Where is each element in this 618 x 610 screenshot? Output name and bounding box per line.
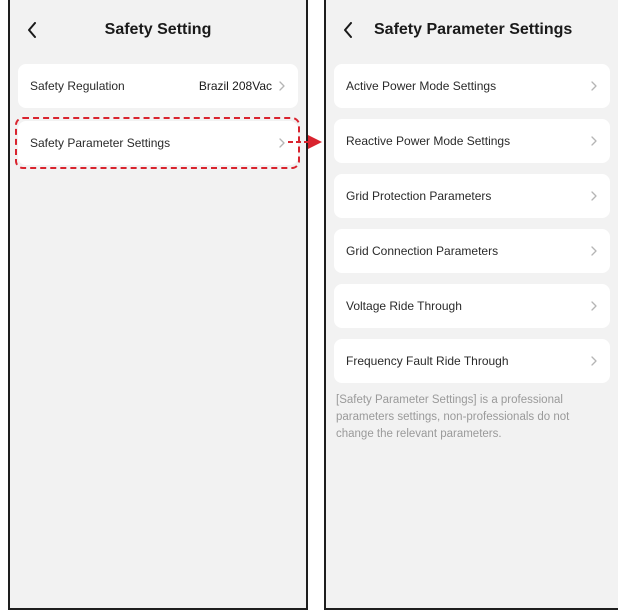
chevron-right-icon [590, 245, 598, 257]
row-value: Brazil 208Vac [198, 79, 272, 93]
arrow-right-icon [288, 135, 322, 149]
header: Safety Parameter Settings [326, 10, 618, 50]
row-label: Voltage Ride Through [346, 299, 462, 313]
safety-regulation-row[interactable]: Safety Regulation Brazil 208Vac [18, 64, 298, 108]
chevron-right-icon [278, 80, 286, 92]
page-title: Safety Parameter Settings [374, 21, 573, 38]
frequency-fault-ride-through-row[interactable]: Frequency Fault Ride Through [334, 339, 610, 383]
row-label: Active Power Mode Settings [346, 79, 497, 93]
chevron-left-icon [344, 22, 352, 38]
page-title: Safety Setting [104, 21, 212, 38]
row-label: Safety Regulation [30, 79, 125, 93]
row-label: Reactive Power Mode Settings [346, 134, 511, 148]
back-button[interactable] [336, 10, 360, 50]
highlight-box [15, 117, 300, 169]
voltage-ride-through-row[interactable]: Voltage Ride Through [334, 284, 610, 328]
chevron-right-icon [590, 190, 598, 202]
grid-connection-row[interactable]: Grid Connection Parameters [334, 229, 610, 273]
chevron-left-icon [28, 22, 36, 38]
row-label: Grid Protection Parameters [346, 189, 492, 203]
professional-warning-note: [Safety Parameter Settings] is a profess… [336, 394, 570, 440]
chevron-right-icon [590, 135, 598, 147]
grid-protection-row[interactable]: Grid Protection Parameters [334, 174, 610, 218]
safety-parameter-settings-screen: Safety Parameter Settings Active Power M… [324, 0, 618, 610]
chevron-right-icon [590, 300, 598, 312]
safety-setting-screen: Safety Setting Safety Regulation Brazil … [8, 0, 308, 610]
header: Safety Setting [10, 10, 306, 50]
row-label: Grid Connection Parameters [346, 244, 499, 258]
back-button[interactable] [20, 10, 44, 50]
active-power-mode-row[interactable]: Active Power Mode Settings [334, 64, 610, 108]
chevron-right-icon [590, 355, 598, 367]
chevron-right-icon [590, 80, 598, 92]
row-label: Frequency Fault Ride Through [346, 354, 509, 368]
reactive-power-mode-row[interactable]: Reactive Power Mode Settings [334, 119, 610, 163]
